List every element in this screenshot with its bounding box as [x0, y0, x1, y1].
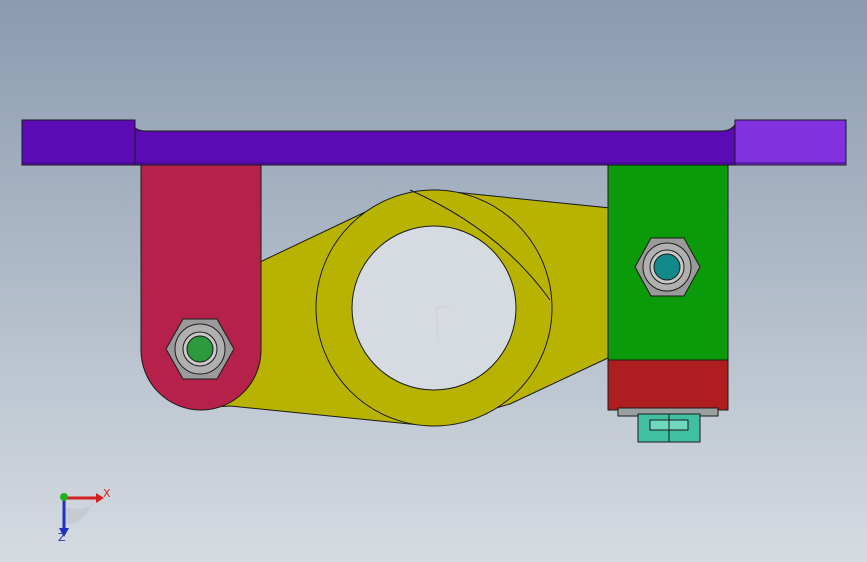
cam-hub-bore — [351, 225, 517, 391]
axis-x-label: X — [103, 487, 111, 500]
y-axis-dot-icon — [60, 493, 68, 501]
base-plate-left-end[interactable] — [21, 119, 136, 166]
cad-viewport[interactable]: X Z — [0, 0, 867, 562]
left-pin — [186, 335, 214, 363]
right-pin — [653, 253, 681, 281]
model-scene[interactable] — [0, 0, 867, 562]
axis-z-label: Z — [58, 531, 66, 544]
lower-block[interactable] — [607, 359, 729, 411]
base-plate-right-end[interactable] — [734, 119, 847, 166]
